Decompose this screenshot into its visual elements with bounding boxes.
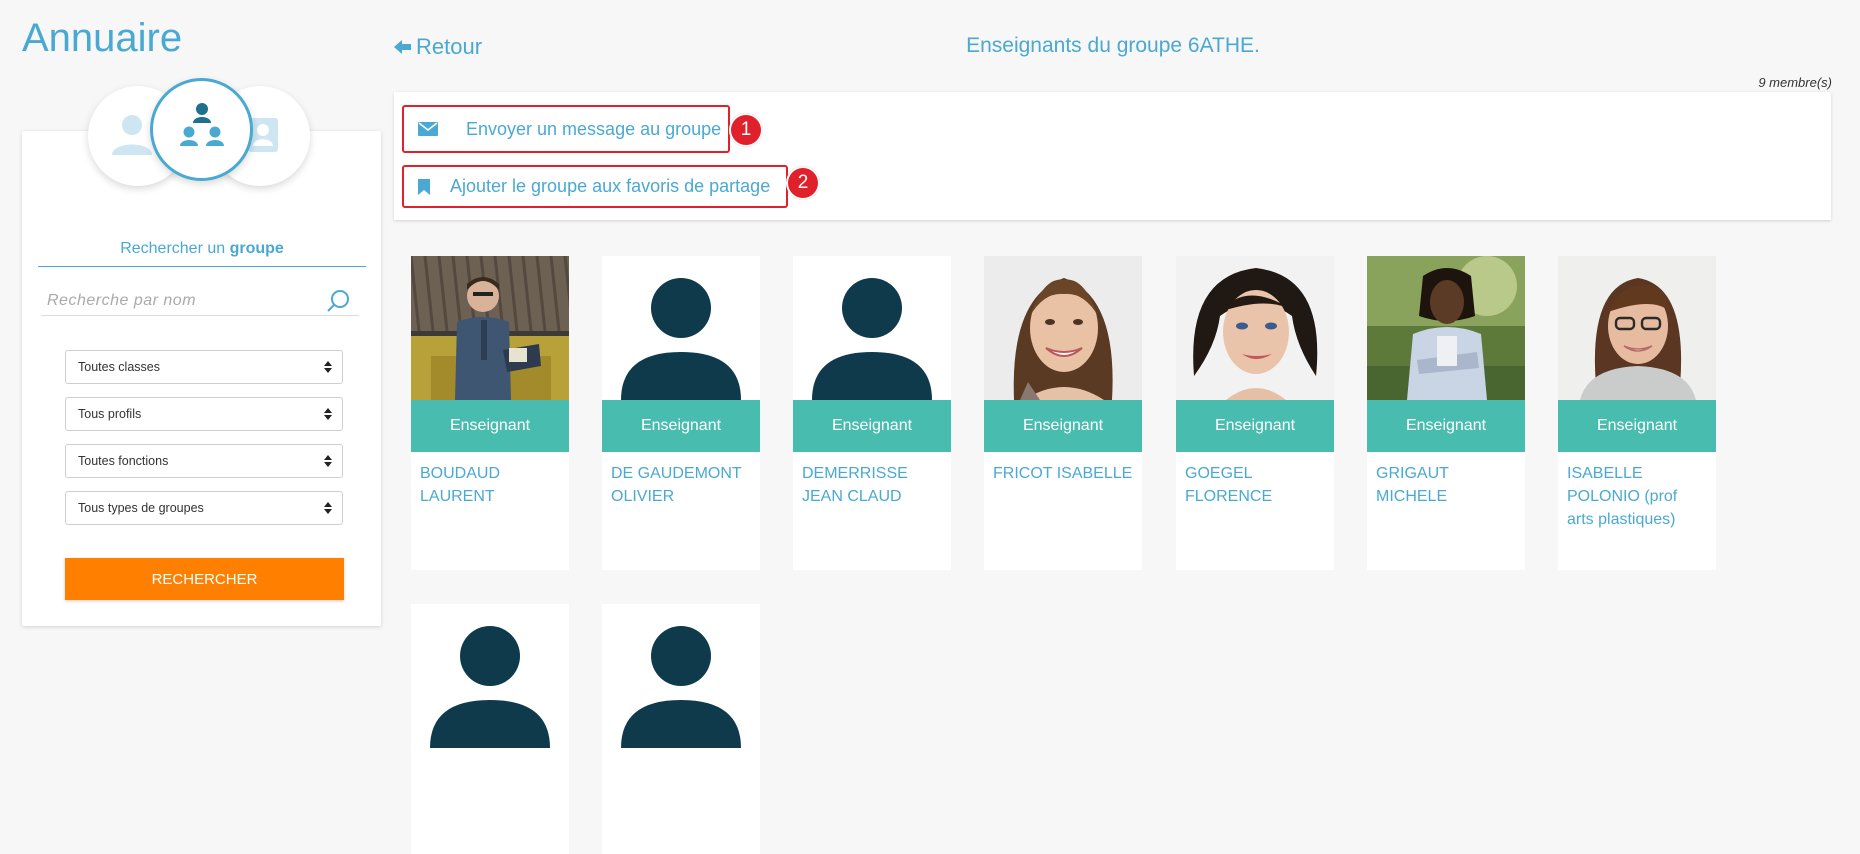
member-role-badge: Enseignant xyxy=(1558,400,1716,452)
group-icon xyxy=(180,103,224,146)
member-role-badge: Enseignant xyxy=(602,400,760,452)
arrow-left-icon xyxy=(394,40,411,54)
member-name[interactable]: BOUDAUD LAURENT xyxy=(420,462,560,508)
app-title: Annuaire xyxy=(22,16,183,60)
search-button[interactable]: Rechercher xyxy=(65,558,344,600)
send-group-message-button[interactable]: Envoyer un message au groupe xyxy=(402,105,730,153)
page-title: Enseignants du groupe 6ATHE. xyxy=(966,34,1260,57)
filter-classes-value: Toutes classes xyxy=(78,360,160,374)
add-group-to-favorites-label: Ajouter le groupe aux favoris de partage xyxy=(450,176,771,196)
search-title-strong: groupe xyxy=(229,240,284,257)
member-name[interactable]: DEMERRISSE JEAN CLAUD xyxy=(802,462,942,508)
filter-profiles-value: Tous profils xyxy=(78,407,142,421)
annotation-badge-2: 2 xyxy=(786,166,820,200)
filter-functions-value: Toutes fonctions xyxy=(78,454,169,468)
member-count: 9 membre(s) xyxy=(1758,75,1832,90)
filter-functions-select[interactable]: Toutes fonctions xyxy=(65,444,343,478)
member-role-badge: Enseignant xyxy=(411,400,569,452)
send-group-message-label: Envoyer un message au groupe xyxy=(466,118,722,139)
select-arrows-icon xyxy=(324,455,332,467)
search-icon[interactable] xyxy=(325,288,351,314)
filter-group-types-value: Tous types de groupes xyxy=(78,501,204,515)
search-title-prefix: Rechercher un xyxy=(120,240,226,257)
member-card[interactable]: Enseignant FRICOT ISABELLE xyxy=(984,256,1142,570)
member-role-badge: Enseignant xyxy=(1367,400,1525,452)
member-photo xyxy=(984,256,1142,400)
back-link-label: Retour xyxy=(416,34,483,59)
member-name[interactable]: GOEGEL FLORENCE xyxy=(1185,462,1325,508)
member-card[interactable] xyxy=(411,604,569,854)
member-card[interactable]: Enseignant GRIGAUT MICHELE xyxy=(1367,256,1525,570)
member-card[interactable] xyxy=(602,604,760,854)
tab-groups[interactable] xyxy=(150,78,253,181)
member-role-badge: Enseignant xyxy=(1176,400,1334,452)
member-card[interactable]: Enseignant DEMERRISSE JEAN CLAUD xyxy=(793,256,951,570)
member-card[interactable]: Enseignant GOEGEL FLORENCE xyxy=(1176,256,1334,570)
member-photo xyxy=(1558,256,1716,400)
member-photo xyxy=(1367,256,1525,400)
member-card[interactable]: Enseignant DE GAUDEMONT OLIVIER xyxy=(602,256,760,570)
member-name[interactable]: DE GAUDEMONT OLIVIER xyxy=(611,462,751,508)
member-role-badge: Enseignant xyxy=(984,400,1142,452)
member-name[interactable]: ISABELLE POLONIO (prof arts plastiques) xyxy=(1567,462,1707,531)
search-input[interactable] xyxy=(41,286,359,316)
member-name[interactable]: GRIGAUT MICHELE xyxy=(1376,462,1516,508)
avatar-placeholder-icon xyxy=(602,604,760,748)
annotation-badge-1: 1 xyxy=(729,113,763,147)
select-arrows-icon xyxy=(324,408,332,420)
member-photo xyxy=(1176,256,1334,400)
select-arrows-icon xyxy=(324,502,332,514)
envelope-icon xyxy=(418,122,438,136)
search-title: Rechercher un groupe xyxy=(38,240,366,267)
back-link[interactable]: Retour xyxy=(394,34,482,60)
member-card[interactable]: Enseignant BOUDAUD LAURENT xyxy=(411,256,569,570)
member-card[interactable]: Enseignant ISABELLE POLONIO (prof arts pl… xyxy=(1558,256,1716,570)
avatar-placeholder-icon xyxy=(411,604,569,748)
member-role-badge: Enseignant xyxy=(793,400,951,452)
member-photo xyxy=(411,256,569,400)
member-name[interactable]: FRICOT ISABELLE xyxy=(993,462,1133,485)
avatar-placeholder-icon xyxy=(793,256,951,400)
filter-group-types-select[interactable]: Tous types de groupes xyxy=(65,491,343,525)
select-arrows-icon xyxy=(324,361,332,373)
add-group-to-favorites-button[interactable]: Ajouter le groupe aux favoris de partage xyxy=(402,165,788,208)
filter-profiles-select[interactable]: Tous profils xyxy=(65,397,343,431)
avatar-placeholder-icon xyxy=(602,256,760,400)
bookmark-icon xyxy=(418,178,430,195)
filter-classes-select[interactable]: Toutes classes xyxy=(65,350,343,384)
